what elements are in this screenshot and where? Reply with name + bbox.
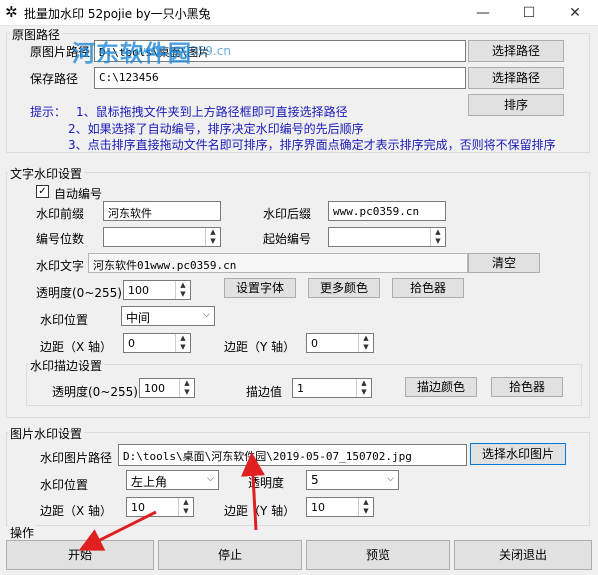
source-group-title: 原图路径 (10, 26, 63, 43)
stroke-opacity-label: 透明度(0~255) (52, 385, 138, 399)
stroke-opacity-spinner[interactable]: 100 ▲ ▼ (139, 378, 195, 398)
spinner-arrows-icon[interactable]: ▲ ▼ (358, 498, 373, 516)
digits-spinner[interactable]: ▲ ▼ (103, 227, 221, 247)
save-path-input[interactable]: C:\123456 (94, 67, 466, 89)
clear-button[interactable]: 清空 (468, 253, 540, 273)
spinner-arrows-icon[interactable]: ▲ ▼ (358, 334, 373, 352)
digits-label: 编号位数 (36, 232, 85, 246)
close-window-button[interactable]: ✕ (552, 0, 598, 26)
prefix-input[interactable]: 河东软件 (103, 201, 221, 221)
preview-button[interactable]: 预览 (306, 540, 450, 570)
stroke-picker-button[interactable]: 拾色器 (491, 377, 563, 397)
spinner-arrows-icon[interactable]: ▲ ▼ (178, 498, 193, 516)
app-gear-icon: ✲ (5, 3, 18, 21)
stroke-opacity-value: 100 (144, 382, 165, 395)
hint-line-1: 1、鼠标拖拽文件夹到上方路径框即可直接选择路径 (76, 105, 348, 119)
site-watermark-url: www.pc0359.cn (136, 44, 231, 58)
chevron-down-icon: ⌵ (203, 310, 210, 320)
stop-button[interactable]: 停止 (158, 540, 302, 570)
watermark-text-label: 水印文字 (36, 259, 85, 273)
spinner-arrows-icon[interactable]: ▲ ▼ (179, 379, 194, 397)
image-position-value: 左上角 (131, 475, 168, 489)
check-icon: ✓ (38, 186, 47, 197)
text-margin-x-label: 边距（X 轴） (40, 340, 113, 354)
hint-line-2: 2、如果选择了自动编号，排序决定水印编号的先后顺序 (68, 122, 364, 136)
spinner-arrows-icon[interactable]: ▲ ▼ (175, 334, 190, 352)
start-number-label: 起始编号 (263, 232, 312, 246)
watermark-text-input[interactable]: 河东软件01www.pc0359.cn (88, 253, 468, 273)
image-margin-y-spinner[interactable]: 10 ▲ ▼ (306, 497, 374, 517)
color-picker-button[interactable]: 拾色器 (392, 278, 464, 298)
text-margin-y-value: 0 (311, 337, 318, 350)
image-opacity-value: 5 (311, 473, 319, 487)
window-title: 批量加水印 52pojie by一只小黑兔 (24, 7, 211, 21)
text-margin-y-spinner[interactable]: 0 ▲ ▼ (306, 333, 374, 353)
auto-number-checkbox[interactable]: ✓ (36, 185, 49, 198)
spinner-arrows-icon[interactable]: ▲ ▼ (430, 228, 445, 246)
image-margin-y-label: 边距（Y 轴） (224, 504, 296, 518)
close-exit-button[interactable]: 关闭退出 (454, 540, 592, 570)
stroke-group-title: 水印描边设置 (28, 357, 105, 374)
text-opacity-spinner[interactable]: 100 ▲ ▼ (123, 280, 191, 300)
actions-group-title: 操作 (8, 524, 37, 541)
image-opacity-select[interactable]: 5 ⌵ (306, 470, 399, 490)
orig-path-select-button[interactable]: 选择路径 (468, 40, 564, 62)
chevron-down-icon: ⌵ (207, 474, 214, 484)
text-watermark-group-title: 文字水印设置 (8, 165, 85, 182)
image-margin-x-label: 边距（X 轴） (40, 504, 113, 518)
image-margin-x-spinner[interactable]: 10 ▲ ▼ (126, 497, 194, 517)
suffix-input[interactable]: www.pc0359.cn (328, 201, 446, 221)
sort-button[interactable]: 排序 (468, 94, 564, 116)
image-watermark-group-title: 图片水印设置 (8, 425, 85, 442)
text-margin-y-label: 边距（Y 轴） (224, 340, 296, 354)
text-position-value: 中间 (126, 311, 151, 325)
spinner-arrows-icon[interactable]: ▲ ▼ (356, 379, 371, 397)
text-margin-x-spinner[interactable]: 0 ▲ ▼ (123, 333, 191, 353)
text-position-select[interactable]: 中间 ⌵ (121, 306, 215, 326)
hint-prefix: 提示： (30, 105, 67, 119)
title-bar: ✲ 批量加水印 52pojie by一只小黑兔 — ☐ ✕ (0, 0, 598, 26)
text-opacity-value: 100 (128, 284, 149, 297)
spinner-arrows-icon[interactable]: ▲ ▼ (175, 281, 190, 299)
start-button[interactable]: 开始 (6, 540, 154, 570)
save-path-label: 保存路径 (30, 72, 79, 86)
chevron-down-icon: ⌵ (387, 474, 394, 484)
auto-number-label: 自动编号 (54, 187, 103, 201)
text-margin-x-value: 0 (128, 337, 135, 350)
image-position-select[interactable]: 左上角 ⌵ (126, 470, 219, 490)
image-opacity-label: 透明度 (248, 476, 285, 490)
set-font-button[interactable]: 设置字体 (224, 278, 296, 298)
image-path-input[interactable]: D:\tools\桌面\河东软件园\2019-05-07_150702.jpg (118, 444, 467, 466)
suffix-label: 水印后缀 (263, 207, 312, 221)
spinner-arrows-icon[interactable]: ▲ ▼ (205, 228, 220, 246)
stroke-value: 1 (297, 382, 304, 395)
image-margin-y-value: 10 (311, 501, 325, 514)
stroke-value-label: 描边值 (246, 385, 283, 399)
start-number-spinner[interactable]: ▲ ▼ (328, 227, 446, 247)
more-colors-button[interactable]: 更多颜色 (308, 278, 380, 298)
prefix-label: 水印前缀 (36, 207, 85, 221)
save-path-select-button[interactable]: 选择路径 (468, 67, 564, 89)
select-watermark-image-button[interactable]: 选择水印图片 (470, 443, 566, 465)
image-position-label: 水印位置 (40, 478, 89, 492)
hint-line-3: 3、点击排序直接拖动文件名即可排序，排序界面点确定才表示排序完成，否则将不保留排… (68, 138, 556, 152)
maximize-button[interactable]: ☐ (506, 0, 552, 26)
stroke-color-button[interactable]: 描边颜色 (405, 377, 477, 397)
image-margin-x-value: 10 (131, 501, 145, 514)
text-opacity-label: 透明度(0~255) (36, 286, 122, 300)
text-position-label: 水印位置 (40, 313, 89, 327)
minimize-button[interactable]: — (460, 0, 506, 26)
image-path-label: 水印图片路径 (40, 451, 113, 465)
stroke-value-spinner[interactable]: 1 ▲ ▼ (292, 378, 372, 398)
